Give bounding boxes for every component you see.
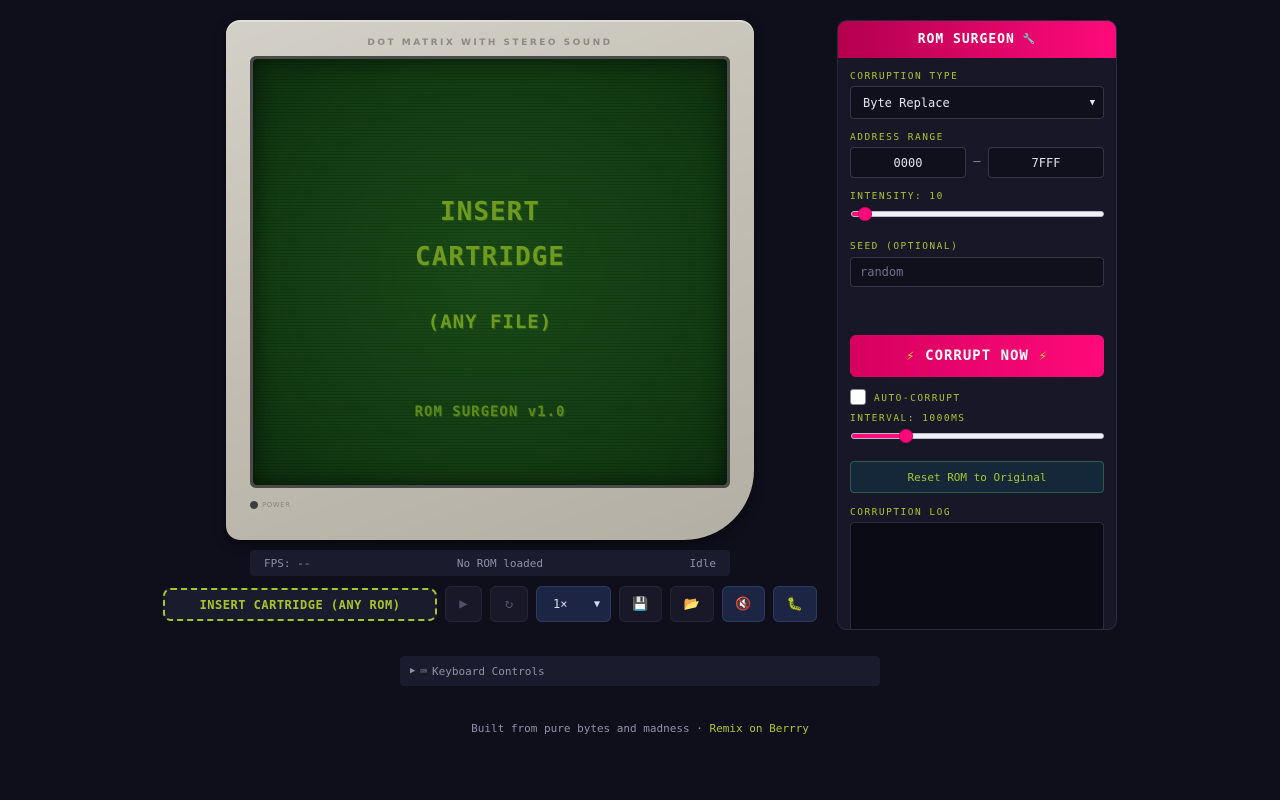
interval-slider-fill xyxy=(852,434,903,438)
screen-text-insert: INSERT xyxy=(440,197,540,227)
address-end-value: 7FFF xyxy=(1031,155,1061,170)
speed-select[interactable]: 1× ▼ xyxy=(536,586,611,622)
intensity-slider-thumb[interactable] xyxy=(858,207,872,221)
screen-text-cartridge: CARTRIDGE xyxy=(415,242,565,272)
corrupt-now-button[interactable]: ⚡ CORRUPT NOW ⚡ xyxy=(850,335,1104,377)
intensity-label: INTENSITY: 10 xyxy=(850,191,944,202)
speed-value: 1× xyxy=(553,597,568,611)
expand-arrow-icon: ▶ xyxy=(410,666,416,676)
muted-speaker-icon: 🔇 xyxy=(735,596,752,612)
wrench-icon: 🔧 xyxy=(1022,34,1037,45)
corruption-type-value: Byte Replace xyxy=(863,95,950,110)
screen-bezel: INSERT CARTRIDGE (ANY FILE) ROM SURGEON … xyxy=(250,56,730,488)
console-label: DOT MATRIX WITH STEREO SOUND xyxy=(367,38,613,48)
mute-button[interactable]: 🔇 xyxy=(722,586,765,622)
power-label: POWER xyxy=(262,501,291,509)
handheld-console: DOT MATRIX WITH STEREO SOUND INSERT CART… xyxy=(226,20,754,540)
address-end-input[interactable]: 7FFF xyxy=(988,147,1104,178)
keyboard-controls-label: Keyboard Controls xyxy=(432,664,545,678)
corruption-type-select[interactable]: Byte Replace ▼ xyxy=(850,86,1104,119)
screen-text-any-file: (ANY FILE) xyxy=(427,311,553,333)
interval-slider-thumb[interactable] xyxy=(899,429,913,443)
lightning-bolt-icon: ⚡ xyxy=(1038,348,1048,364)
screen-text-version: ROM SURGEON v1.0 xyxy=(414,404,566,420)
keyboard-controls-toggle[interactable]: ▶ ⌨ Keyboard Controls xyxy=(400,656,880,686)
panel-title: ROM SURGEON xyxy=(917,32,1015,47)
corruption-type-label: CORRUPTION TYPE xyxy=(850,71,959,82)
seed-placeholder: random xyxy=(860,265,904,279)
status-bar: FPS: -- No ROM loaded Idle xyxy=(250,550,730,576)
address-start-input[interactable]: 0000 xyxy=(850,147,966,178)
chevron-down-icon: ▼ xyxy=(593,598,600,610)
corrupt-now-label: CORRUPT NOW xyxy=(925,348,1029,364)
floppy-disk-icon: 💾 xyxy=(632,596,649,612)
fps-readout: FPS: -- xyxy=(264,556,311,570)
play-icon: ▶ xyxy=(459,596,468,612)
debug-button[interactable]: 🐛 xyxy=(773,586,817,622)
interval-label: INTERVAL: 1000MS xyxy=(850,413,966,424)
folder-icon: 📂 xyxy=(683,596,701,612)
remix-link[interactable]: Remix on Berrry xyxy=(710,722,809,735)
rom-status: No ROM loaded xyxy=(456,556,543,570)
emulator-state: Idle xyxy=(689,556,716,570)
auto-corrupt-label: AUTO-CORRUPT xyxy=(874,393,961,404)
interval-slider[interactable] xyxy=(851,429,1104,443)
footer: Built from pure bytes and madness · Remi… xyxy=(0,722,1280,735)
address-range-label: ADDRESS RANGE xyxy=(850,132,944,143)
bug-icon: 🐛 xyxy=(786,596,804,612)
rom-surgeon-panel: ROM SURGEON 🔧 CORRUPTION TYPE Byte Repla… xyxy=(837,20,1117,630)
chevron-down-icon: ▼ xyxy=(1089,97,1095,108)
power-led-icon xyxy=(250,501,258,509)
corruption-log[interactable] xyxy=(850,522,1104,629)
play-button[interactable]: ▶ xyxy=(445,586,482,622)
intensity-slider[interactable] xyxy=(851,207,1104,221)
address-start-value: 0000 xyxy=(893,155,923,170)
game-screen[interactable]: INSERT CARTRIDGE (ANY FILE) ROM SURGEON … xyxy=(253,59,727,485)
keyboard-icon: ⌨ xyxy=(420,664,428,678)
footer-text: Built from pure bytes and madness · xyxy=(471,722,710,735)
insert-cartridge-button[interactable]: INSERT CARTRIDGE (ANY ROM) xyxy=(163,588,437,621)
reset-rom-button[interactable]: Reset ROM to Original xyxy=(850,461,1104,493)
panel-header: ROM SURGEON 🔧 xyxy=(838,21,1116,58)
reset-button[interactable]: ↻ xyxy=(490,586,528,622)
seed-label: SEED (OPTIONAL) xyxy=(850,241,959,252)
address-separator: — xyxy=(973,154,981,168)
seed-input[interactable]: random xyxy=(850,257,1104,287)
load-state-button[interactable]: 📂 xyxy=(670,586,714,622)
auto-corrupt-checkbox[interactable] xyxy=(850,389,866,405)
corruption-log-label: CORRUPTION LOG xyxy=(850,507,952,518)
reset-icon: ↻ xyxy=(504,596,514,612)
lightning-bolt-icon: ⚡ xyxy=(906,348,916,364)
save-state-button[interactable]: 💾 xyxy=(619,586,662,622)
power-indicator: POWER xyxy=(250,501,290,509)
